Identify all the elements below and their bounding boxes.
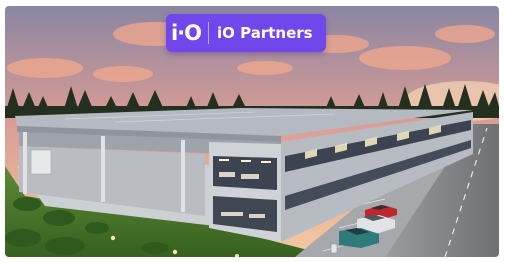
brand-banner: i·O iO Partners	[166, 14, 326, 52]
charging-post	[330, 243, 338, 254]
banner-divider	[208, 22, 209, 44]
hall-door	[30, 149, 52, 175]
hero-image: i·O iO Partners	[5, 6, 499, 257]
company-name: iO Partners	[217, 24, 313, 42]
logo-mark-icon: i·O	[170, 21, 202, 45]
